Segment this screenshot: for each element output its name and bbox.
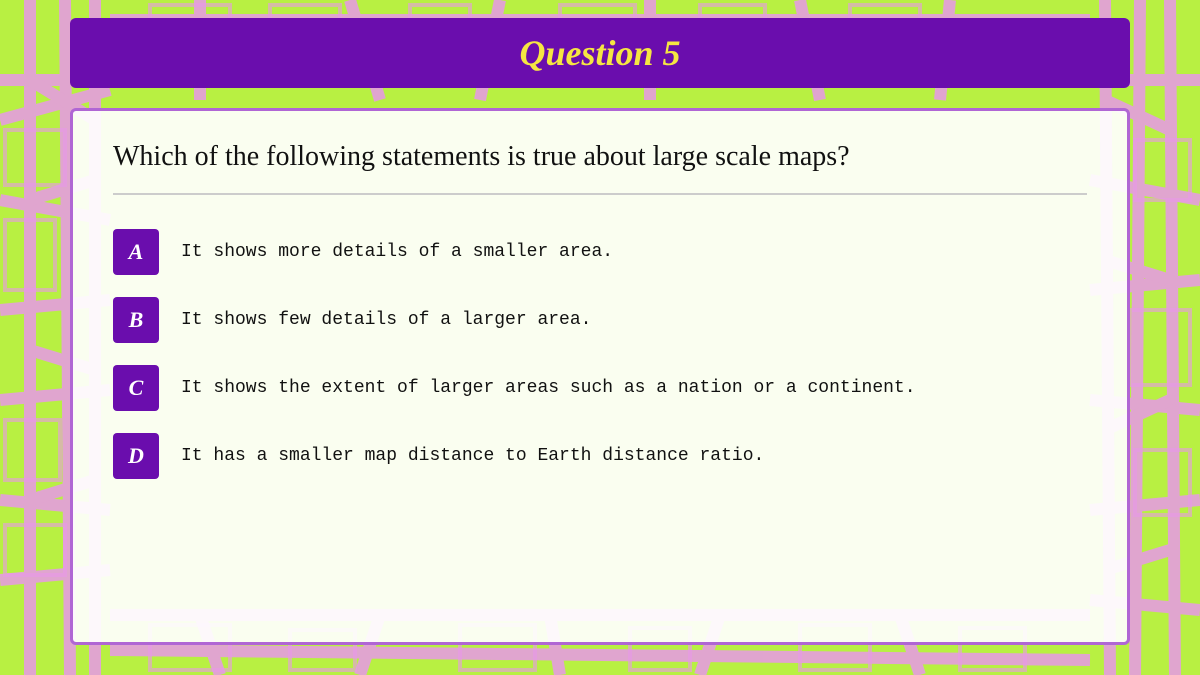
option-row-b[interactable]: B It shows few details of a larger area. (113, 297, 1087, 343)
option-label-b: B (113, 297, 159, 343)
option-label-d: D (113, 433, 159, 479)
question-title: Question 5 (519, 33, 680, 73)
option-row-c[interactable]: C It shows the extent of larger areas su… (113, 365, 1087, 411)
option-text-a: It shows more details of a smaller area. (181, 240, 613, 265)
option-row-a[interactable]: A It shows more details of a smaller are… (113, 229, 1087, 275)
option-text-d: It has a smaller map distance to Earth d… (181, 444, 764, 469)
question-text: Which of the following statements is tru… (113, 139, 1087, 195)
content-wrapper: Question 5 Which of the following statem… (0, 0, 1200, 675)
option-label-a: A (113, 229, 159, 275)
title-bar: Question 5 (70, 18, 1130, 88)
question-card: Which of the following statements is tru… (70, 108, 1130, 645)
option-text-c: It shows the extent of larger areas such… (181, 376, 916, 401)
option-label-c: C (113, 365, 159, 411)
options-list: A It shows more details of a smaller are… (113, 223, 1087, 479)
option-row-d[interactable]: D It has a smaller map distance to Earth… (113, 433, 1087, 479)
option-text-b: It shows few details of a larger area. (181, 308, 591, 333)
